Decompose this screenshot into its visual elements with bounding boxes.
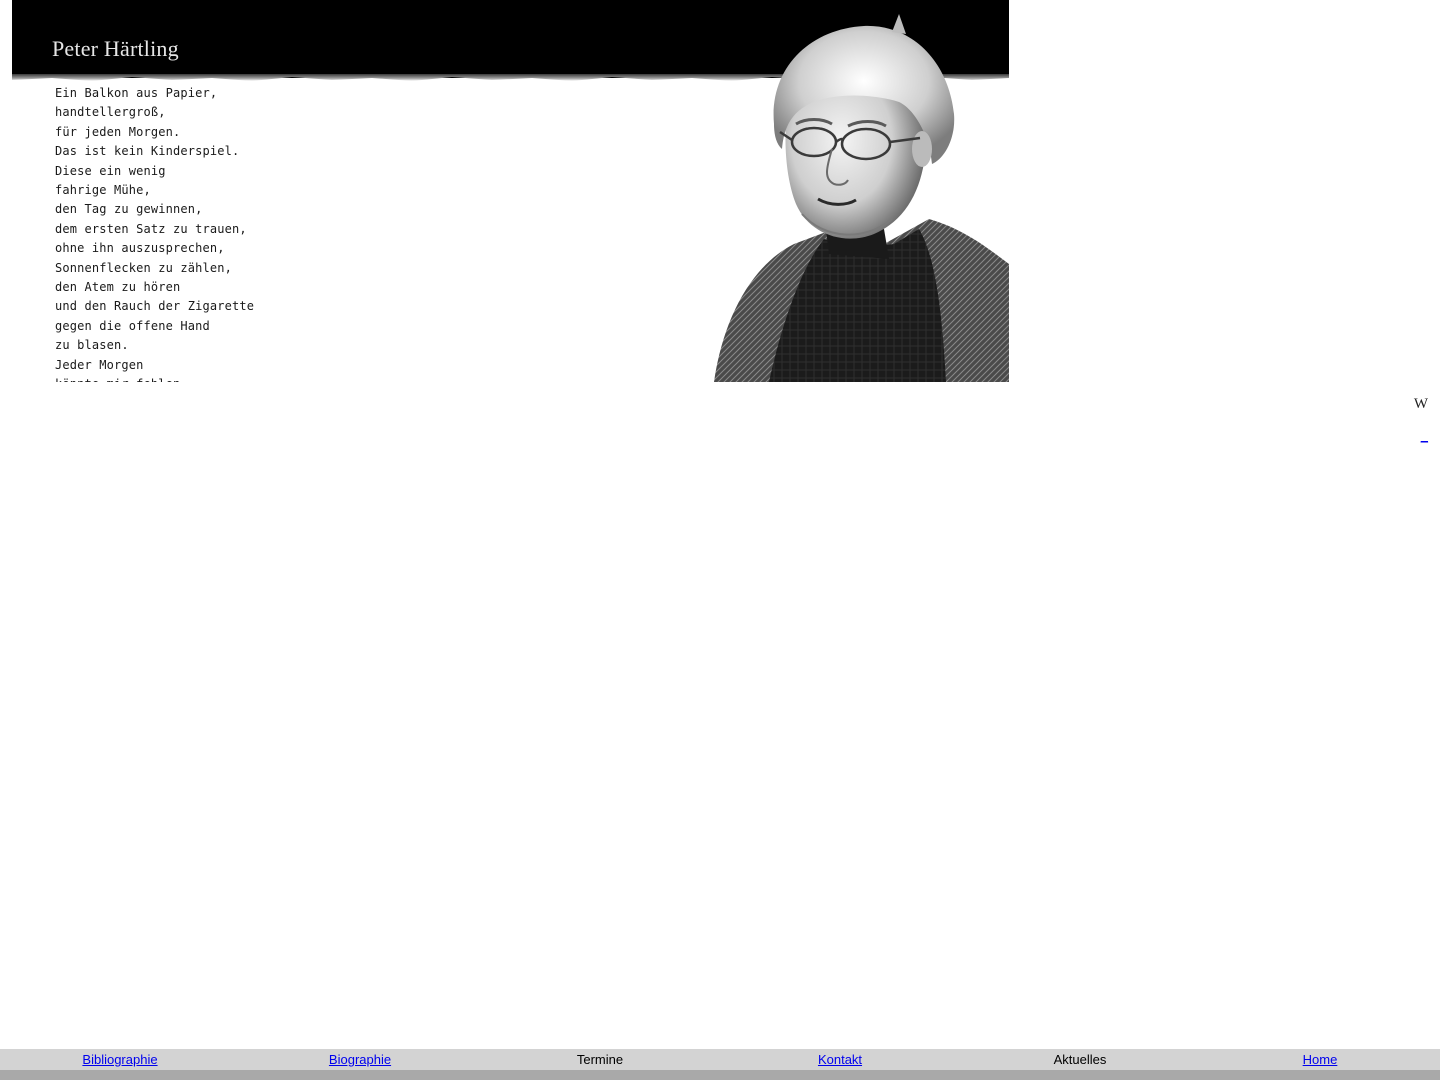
nav-item-biographie: Biographie xyxy=(240,1052,480,1067)
poem-line: und den Rauch der Zigarette xyxy=(55,299,255,314)
edge-link[interactable]: _ xyxy=(1421,428,1428,443)
poem-line: gegen die offene Hand xyxy=(55,318,210,333)
poem-line: handtellergroß, xyxy=(55,105,166,120)
poem-line: dem ersten Satz zu trauen, xyxy=(55,221,247,236)
nav-link-kontakt[interactable]: Kontakt xyxy=(818,1052,862,1067)
nav-item-bibliographie: Bibliographie xyxy=(0,1052,240,1067)
poem-line: Jeder Morgen xyxy=(55,357,144,372)
poem-line: könnte mir fehlen. xyxy=(55,377,188,382)
poem-line: den Tag zu gewinnen, xyxy=(55,202,203,217)
poem-line: fahrige Mühe, xyxy=(55,183,151,198)
poem-line: ohne ihn auszusprechen, xyxy=(55,241,225,256)
edge-glyph: W xyxy=(1413,396,1428,412)
header-banner: Peter Härtling Ein Balkon aus Papier, ha… xyxy=(12,0,1009,382)
bottom-gray-strip xyxy=(0,1070,1440,1080)
poem-text: Ein Balkon aus Papier, handtellergroß, f… xyxy=(55,84,254,382)
poem-line: Sonnenflecken zu zählen, xyxy=(55,260,232,275)
poem-line: für jeden Morgen. xyxy=(55,124,181,139)
poem-line: den Atem zu hören xyxy=(55,280,181,295)
nav-item-home: Home xyxy=(1200,1052,1440,1067)
footer-nav-bar: Bibliographie Biographie Termine Kontakt… xyxy=(0,1049,1440,1070)
poem-line: zu blasen. xyxy=(55,338,129,353)
site-title: Peter Härtling xyxy=(52,36,179,61)
poem-line: Das ist kein Kinderspiel. xyxy=(55,144,240,159)
poem-line: Ein Balkon aus Papier, xyxy=(55,86,218,100)
nav-item-termine: Termine xyxy=(480,1052,720,1067)
nav-link-biographie[interactable]: Biographie xyxy=(329,1052,391,1067)
nav-link-home[interactable]: Home xyxy=(1303,1052,1338,1067)
poem-line: Diese ein wenig xyxy=(55,163,166,178)
nav-label-termine: Termine xyxy=(576,1052,624,1067)
nav-item-kontakt: Kontakt xyxy=(720,1052,960,1067)
nav-label-aktuelles: Aktuelles xyxy=(1053,1052,1107,1067)
nav-item-aktuelles: Aktuelles xyxy=(960,1052,1200,1067)
nav-link-bibliographie[interactable]: Bibliographie xyxy=(82,1052,157,1067)
portrait-photo xyxy=(714,14,1009,382)
